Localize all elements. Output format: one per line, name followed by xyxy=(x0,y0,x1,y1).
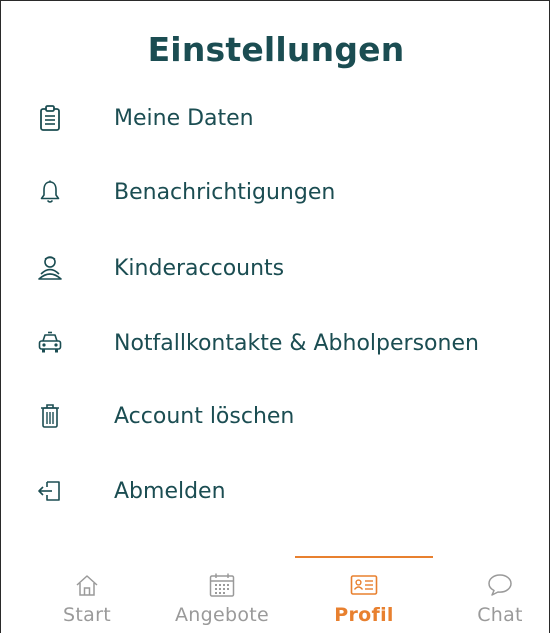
menu-item-benachrichtigungen[interactable]: Benachrichtigungen xyxy=(0,162,552,222)
tab-label: Chat xyxy=(477,604,523,626)
bell-icon xyxy=(36,178,64,206)
menu-item-label: Meine Daten xyxy=(114,105,254,131)
tab-label: Start xyxy=(63,604,111,626)
tab-chat[interactable]: Chat xyxy=(440,556,552,635)
logout-icon xyxy=(36,477,64,505)
menu-item-kinderaccounts[interactable]: Kinderaccounts xyxy=(0,238,552,298)
bottom-tab-bar: Start Angebote Profil Chat xyxy=(0,556,552,635)
menu-item-label: Benachrichtigungen xyxy=(114,179,336,205)
home-icon xyxy=(73,572,101,598)
menu-item-notfallkontakte[interactable]: Notfallkontakte & Abholpersonen xyxy=(0,313,552,373)
trash-icon xyxy=(36,402,64,430)
clipboard-icon xyxy=(36,104,64,132)
tab-profil[interactable]: Profil xyxy=(304,556,424,635)
menu-item-label: Abmelden xyxy=(114,478,226,504)
id-card-icon xyxy=(350,572,378,598)
car-icon xyxy=(36,329,64,357)
tab-angebote[interactable]: Angebote xyxy=(162,556,282,635)
menu-item-account-loeschen[interactable]: Account löschen xyxy=(0,386,552,446)
tab-label: Angebote xyxy=(174,604,269,626)
tab-start[interactable]: Start xyxy=(27,556,147,635)
menu-item-meine-daten[interactable]: Meine Daten xyxy=(0,88,552,148)
tab-label: Profil xyxy=(334,604,394,626)
chat-bubble-icon xyxy=(486,572,514,598)
menu-item-label: Notfallkontakte & Abholpersonen xyxy=(114,330,479,356)
menu-item-abmelden[interactable]: Abmelden xyxy=(0,461,552,521)
users-icon xyxy=(36,254,64,282)
menu-item-label: Account löschen xyxy=(114,403,295,429)
menu-item-label: Kinderaccounts xyxy=(114,255,285,281)
calendar-icon xyxy=(208,572,236,598)
page-title: Einstellungen xyxy=(147,30,405,69)
